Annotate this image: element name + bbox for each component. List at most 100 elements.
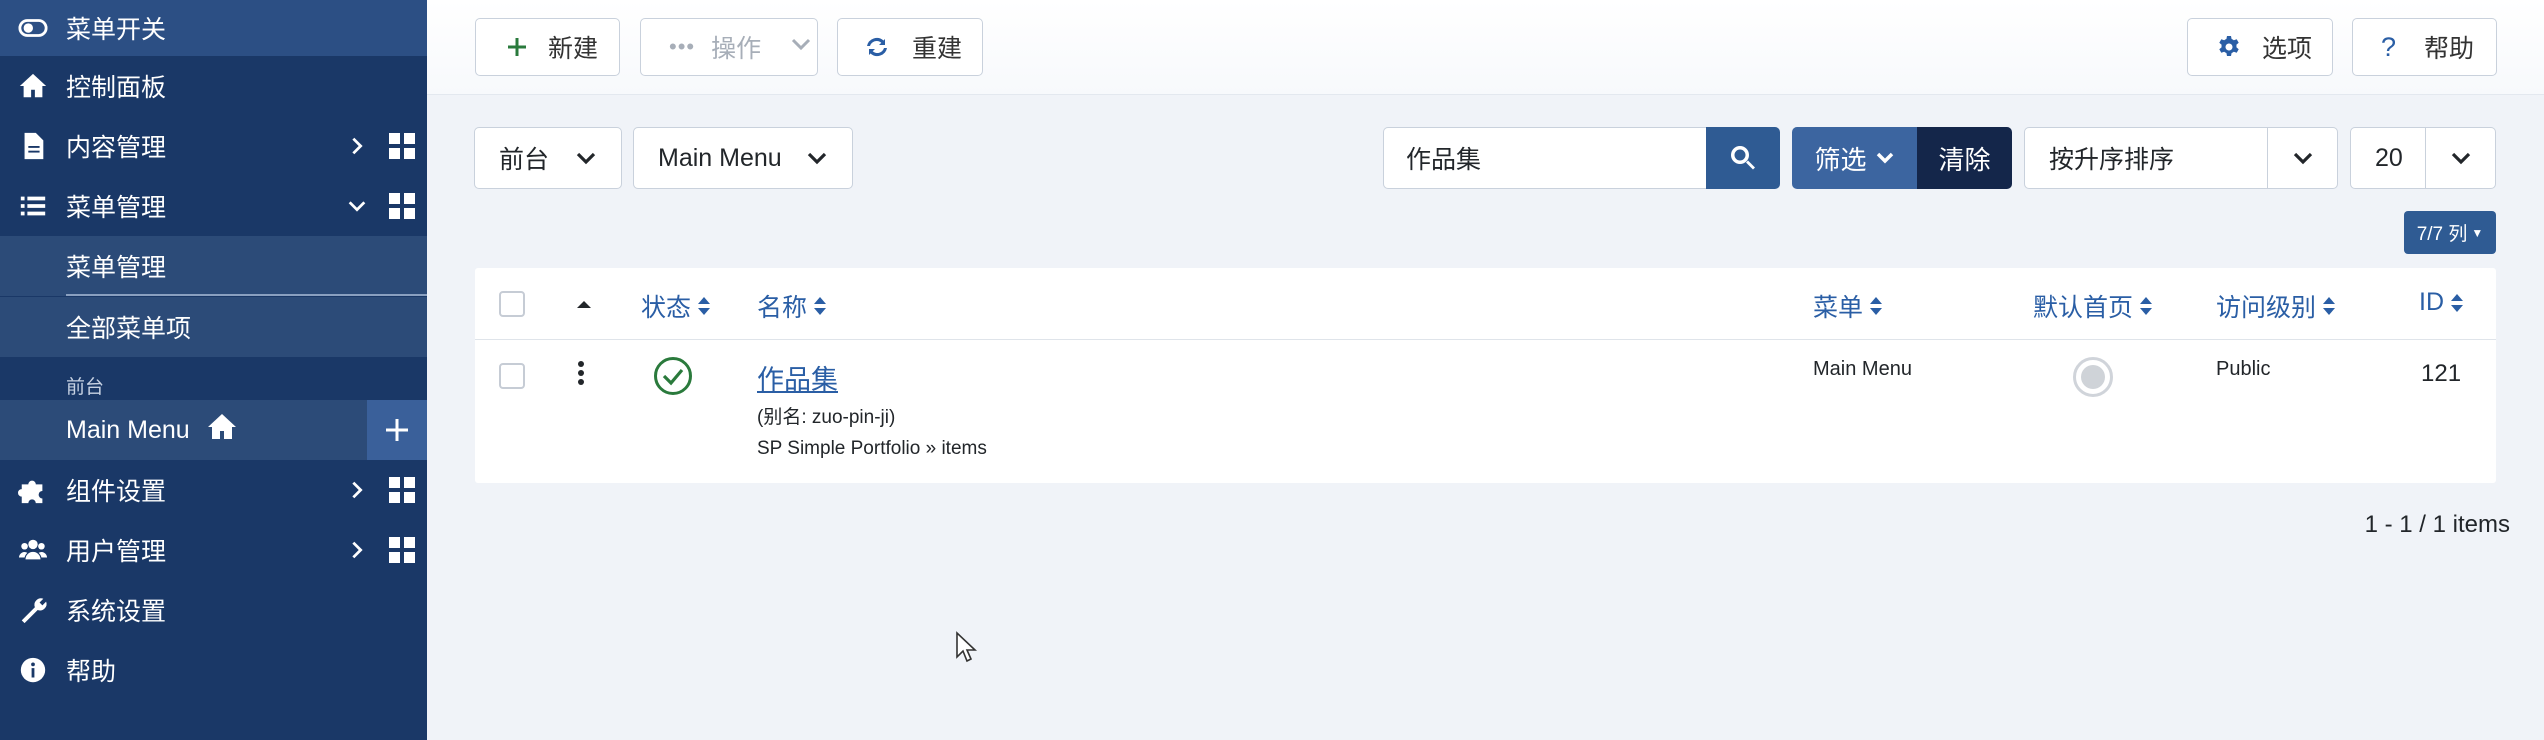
new-button-label: 新建 <box>548 35 599 63</box>
row-actions-menu[interactable] <box>577 360 585 391</box>
dashboard-grid-icon[interactable] <box>377 536 427 564</box>
sidebar-item-label: 帮助 <box>66 658 117 686</box>
new-button[interactable]: 新建 <box>475 18 620 76</box>
chevron-right-icon[interactable] <box>337 539 377 561</box>
alias-suffix: ) <box>888 407 896 428</box>
column-header-label: 访问级别 <box>2216 294 2317 322</box>
dashboard-grid-icon[interactable] <box>377 192 427 220</box>
item-type: SP Simple Portfolio » items <box>757 438 987 459</box>
list-icon <box>0 191 66 221</box>
column-header-label: ID <box>2419 288 2444 316</box>
sidebar-item-label: 内容管理 <box>66 134 167 162</box>
sidebar-item-help[interactable]: 帮助 <box>0 640 427 700</box>
menu-toggle[interactable]: 菜单开关 <box>0 0 427 56</box>
sidebar-subitem-all-items[interactable]: 全部菜单项 <box>0 297 427 357</box>
help-button[interactable]: ? 帮助 <box>2352 18 2497 76</box>
column-header-status[interactable]: 状态 <box>641 288 711 324</box>
sidebar-item-system[interactable]: 系统设置 <box>0 580 427 640</box>
add-menu-item-button[interactable] <box>367 400 427 460</box>
column-header-label: 默认首页 <box>2033 294 2134 322</box>
search-input[interactable] <box>1383 127 1706 189</box>
column-header-access[interactable]: 访问级别 <box>2216 288 2336 324</box>
mouse-cursor-icon <box>956 631 977 663</box>
sidebar-subitem-label: 全部菜单项 <box>66 315 192 343</box>
status-toggle[interactable] <box>653 356 693 401</box>
question-icon: ? <box>2381 31 2397 62</box>
sidebar-item-label: 组件设置 <box>66 478 167 506</box>
column-header-label: 状态 <box>641 294 692 322</box>
actions-label: 操作 <box>711 35 762 63</box>
chevron-down-icon <box>551 128 621 188</box>
list-limit-value: 20 <box>2375 143 2403 172</box>
menu-select-value: Main Menu <box>658 143 782 172</box>
filter-options-button[interactable]: 筛选 <box>1792 127 1917 189</box>
chevron-down-icon <box>2425 128 2495 188</box>
ellipsis-icon: ••• <box>669 34 696 59</box>
sidebar-item-content[interactable]: 内容管理 <box>0 116 427 176</box>
sidebar-item-users[interactable]: 用户管理 <box>0 520 427 580</box>
dashboard-grid-icon[interactable] <box>377 476 427 504</box>
sidebar: 菜单开关 控制面板 内容管理 菜单管理 菜单管理 全部菜单项 前台 Main M… <box>0 0 427 740</box>
rebuild-label: 重建 <box>912 35 963 63</box>
menu-select[interactable]: Main Menu <box>633 127 853 189</box>
info-icon <box>0 655 66 685</box>
refresh-icon <box>867 37 887 57</box>
menu-toggle-label: 菜单开关 <box>66 16 167 44</box>
clear-label: 清除 <box>1938 144 1991 175</box>
sidebar-subitem-main-menu[interactable]: Main Menu <box>0 400 427 460</box>
sidebar-item-dashboard[interactable]: 控制面板 <box>0 56 427 116</box>
client-select[interactable]: 前台 <box>474 127 622 189</box>
users-icon <box>0 535 66 565</box>
column-header-menu[interactable]: 菜单 <box>1813 288 1883 324</box>
sidebar-subitem-label: 菜单管理 <box>66 254 167 282</box>
sidebar-item-menus[interactable]: 菜单管理 <box>0 176 427 236</box>
clear-button[interactable]: 清除 <box>1917 127 2012 189</box>
sidebar-item-label: 系统设置 <box>66 598 167 626</box>
item-alias: (别名: zuo-pin-ji) <box>757 402 895 429</box>
sort-icon <box>813 295 827 317</box>
rebuild-button[interactable]: 重建 <box>837 18 983 76</box>
chevron-down-icon <box>1876 152 1893 164</box>
column-header-title[interactable]: 名称 <box>757 288 827 324</box>
columns-toggle-button[interactable]: 7/7 列 ▼ <box>2404 211 2496 254</box>
chevron-down-icon[interactable] <box>337 195 377 217</box>
item-title-link[interactable]: 作品集 <box>757 358 838 397</box>
toolbar: 新建 ••• 操作 重建 选项 ? 帮助 <box>427 0 2544 95</box>
ordering-sort-icon[interactable] <box>576 296 592 314</box>
default-home-toggle[interactable] <box>2073 357 2113 397</box>
pagination-info: 1 - 1 / 1 items <box>2364 511 2510 538</box>
sidebar-item-label: 用户管理 <box>66 538 167 566</box>
sort-select-value: 按升序排序 <box>2049 146 2175 174</box>
home-icon <box>190 411 238 450</box>
client-select-value: 前台 <box>499 146 550 174</box>
sort-icon <box>697 295 711 317</box>
search-button[interactable] <box>1706 127 1780 189</box>
puzzle-icon <box>0 475 66 505</box>
vertical-ellipsis-icon <box>578 361 584 385</box>
item-id: 121 <box>2421 360 2462 387</box>
select-all-checkbox[interactable] <box>499 291 525 317</box>
sidebar-subitem-menu-manager[interactable]: 菜单管理 <box>0 236 427 296</box>
item-menu: Main Menu <box>1813 358 1912 380</box>
sort-icon <box>2322 295 2336 317</box>
list-limit-select[interactable]: 20 <box>2350 127 2496 189</box>
actions-dropdown[interactable]: ••• 操作 <box>640 18 818 76</box>
sidebar-item-label: 菜单管理 <box>66 194 167 222</box>
chevron-right-icon[interactable] <box>337 135 377 157</box>
search-icon <box>1730 146 1755 170</box>
toggle-icon <box>0 13 66 43</box>
sort-select[interactable]: 按升序排序 <box>2024 127 2338 189</box>
column-header-id[interactable]: ID <box>2419 288 2464 317</box>
column-header-home[interactable]: 默认首页 <box>2033 288 2153 324</box>
sidebar-item-label: 控制面板 <box>66 74 167 102</box>
plus-icon <box>508 38 526 56</box>
published-check-icon <box>654 357 692 395</box>
row-checkbox[interactable] <box>499 363 525 389</box>
sidebar-section-label: 前台 <box>66 377 105 398</box>
sort-icon <box>2450 292 2464 314</box>
options-button[interactable]: 选项 <box>2187 18 2333 76</box>
column-header-label: 菜单 <box>1813 294 1864 322</box>
dashboard-grid-icon[interactable] <box>377 132 427 160</box>
chevron-right-icon[interactable] <box>337 479 377 501</box>
sidebar-item-components[interactable]: 组件设置 <box>0 460 427 520</box>
